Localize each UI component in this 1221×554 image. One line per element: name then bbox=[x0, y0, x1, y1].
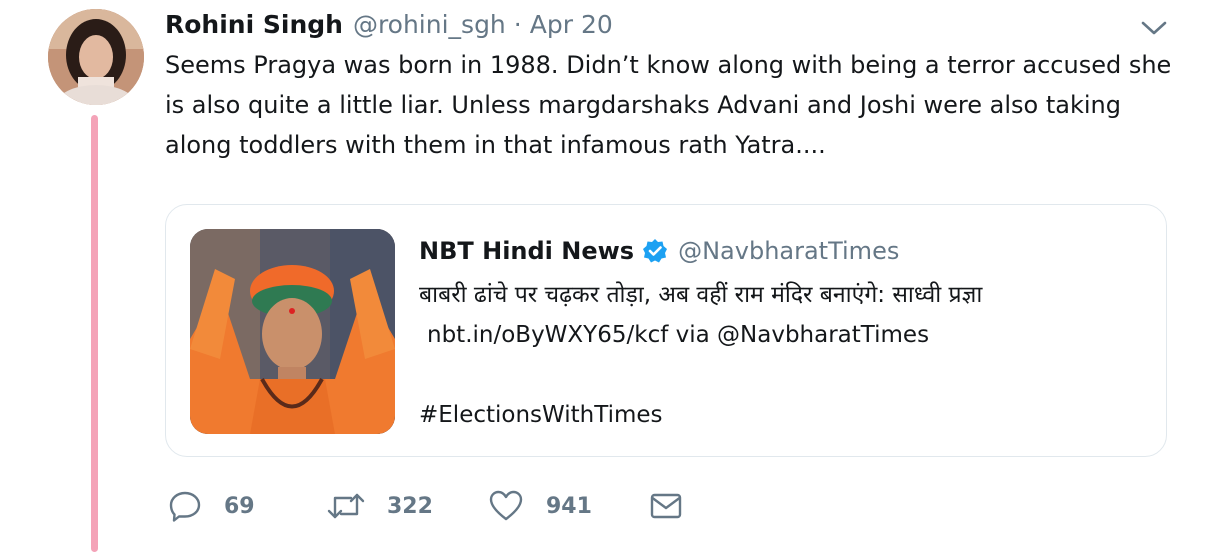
author-name[interactable]: Rohini Singh bbox=[165, 10, 343, 39]
quoted-tweet-image bbox=[190, 229, 395, 434]
quoted-text-hindi: बाबरी ढांचे पर चढ़कर तोड़ा, अब वहीं राम … bbox=[419, 282, 983, 308]
reply-icon bbox=[169, 491, 201, 522]
quoted-text-link[interactable]: nbt.in/oByWXY65/kcf via @NavbharatTimes bbox=[419, 315, 1159, 355]
quoted-author-handle[interactable]: @NavbharatTimes bbox=[678, 237, 899, 265]
separator-dot: · bbox=[513, 9, 522, 39]
chevron-down-icon bbox=[1141, 21, 1167, 35]
avatar[interactable] bbox=[48, 9, 144, 105]
tweet-header: Rohini Singh @rohini_sgh · Apr 20 bbox=[165, 6, 613, 42]
heart-icon bbox=[489, 490, 523, 521]
quoted-tweet[interactable]: NBT Hindi News @NavbharatTimes बाबरी ढां… bbox=[165, 204, 1167, 457]
quoted-tweet-header: NBT Hindi News @NavbharatTimes bbox=[419, 233, 899, 269]
verified-badge-icon bbox=[643, 239, 668, 263]
quoted-tweet-photo bbox=[190, 229, 395, 434]
like-button[interactable]: 941 bbox=[488, 486, 592, 526]
reply-count: 69 bbox=[224, 493, 255, 519]
quoted-author-name[interactable]: NBT Hindi News bbox=[419, 237, 634, 265]
quoted-tweet-text: बाबरी ढांचे पर चढ़कर तोड़ा, अब वहीं राम … bbox=[419, 275, 1159, 355]
author-handle[interactable]: @rohini_sgh bbox=[353, 10, 506, 39]
tweet-date[interactable]: Apr 20 bbox=[530, 10, 613, 39]
retweet-button[interactable]: 322 bbox=[327, 486, 433, 526]
envelope-icon bbox=[650, 493, 682, 519]
reply-button[interactable]: 69 bbox=[168, 486, 255, 526]
avatar-photo bbox=[48, 9, 144, 105]
direct-message-button[interactable] bbox=[650, 486, 682, 526]
thread-line bbox=[91, 115, 98, 552]
tweet-text: Seems Pragya was born in 1988. Didn’t kn… bbox=[165, 51, 1172, 159]
tweet-menu-button[interactable] bbox=[1140, 18, 1168, 38]
quoted-hashtag[interactable]: #ElectionsWithTimes bbox=[419, 395, 663, 435]
retweet-count: 322 bbox=[387, 493, 433, 519]
like-count: 941 bbox=[546, 493, 592, 519]
retweet-icon bbox=[327, 493, 365, 519]
